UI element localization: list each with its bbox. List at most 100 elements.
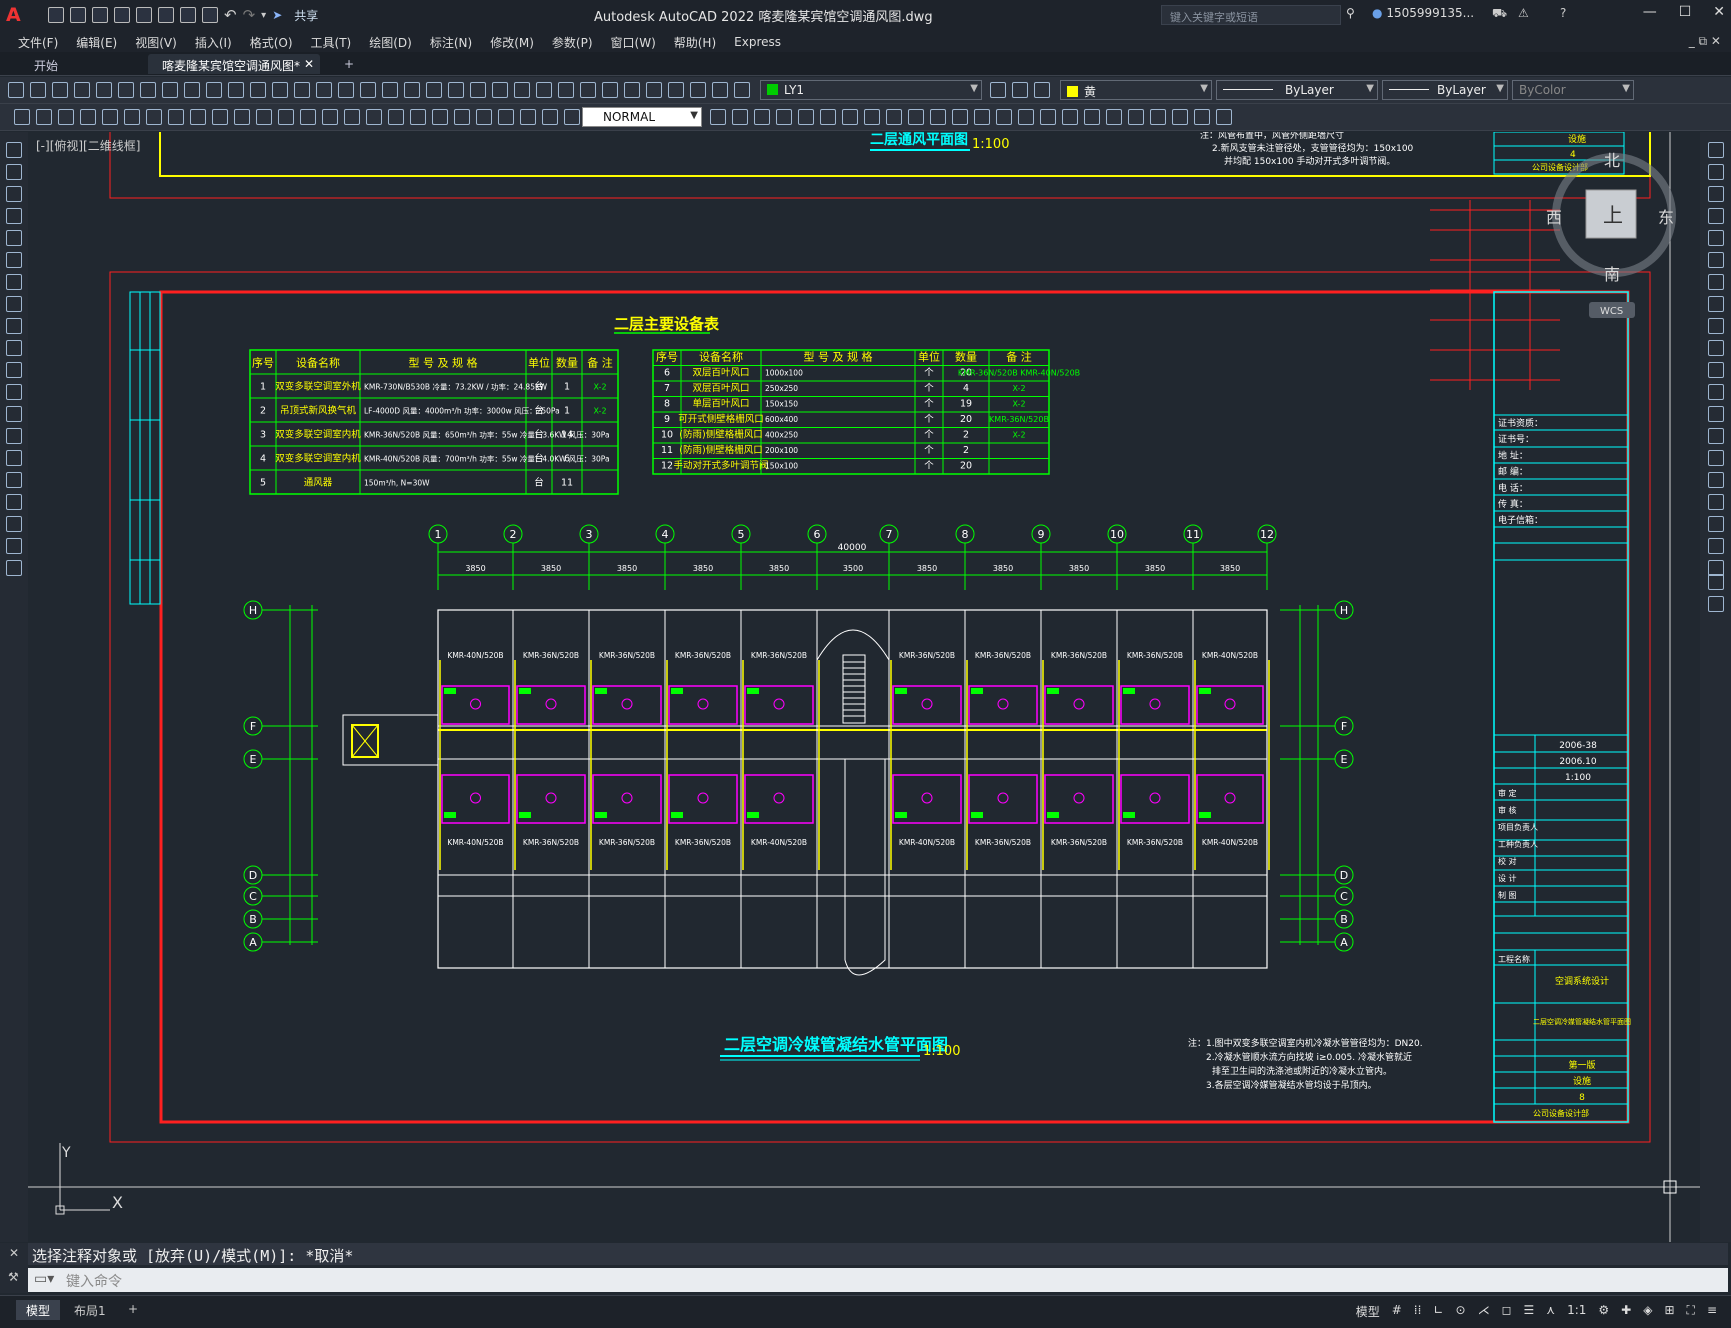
close-icon[interactable]: ✕ [1713, 4, 1725, 20]
toolbar1-tool-2-icon[interactable] [30, 82, 46, 98]
isodraft-icon[interactable]: ⋌ [1478, 1303, 1490, 1320]
modify-tool-5-icon[interactable] [1708, 230, 1724, 246]
layer-tool-2-icon[interactable] [1012, 82, 1028, 98]
toolbar1-tool-24-icon[interactable] [514, 82, 530, 98]
toolbar2-tool-17-icon[interactable] [366, 109, 382, 125]
autocad-logo-icon[interactable]: A [6, 5, 26, 25]
draw-tool-14-icon[interactable] [6, 428, 22, 444]
menu-dimension[interactable]: 标注(N) [430, 34, 472, 51]
viewcube-east[interactable]: 东 [1658, 208, 1674, 227]
modify-tool-6-icon[interactable] [1708, 252, 1724, 268]
add-layout-button[interactable]: + [118, 1300, 148, 1320]
toolbar2-tool-25-icon[interactable] [542, 109, 558, 125]
modify-tool-12-icon[interactable] [1708, 384, 1724, 400]
modify-tool-19-icon[interactable] [1708, 538, 1724, 554]
toolbar2b-tool-20-icon[interactable] [1128, 109, 1144, 125]
toolbar2b-tool-14-icon[interactable] [996, 109, 1012, 125]
toolbar2b-tool-16-icon[interactable] [1040, 109, 1056, 125]
hardware-icon[interactable]: ⊞ [1664, 1303, 1674, 1320]
draw-tool-12-icon[interactable] [6, 384, 22, 400]
toolbar1-tool-15-icon[interactable] [316, 82, 332, 98]
toolbar2b-tool-19-icon[interactable] [1106, 109, 1122, 125]
toolbar1-tool-18-icon[interactable] [382, 82, 398, 98]
menu-view[interactable]: 视图(V) [135, 34, 177, 51]
autodesk-app-icon[interactable]: ⚠ [1518, 6, 1529, 20]
toolbar2b-tool-12-icon[interactable] [952, 109, 968, 125]
toolbar1-tool-22-icon[interactable] [470, 82, 486, 98]
search-icon[interactable]: ⚲ [1346, 6, 1355, 20]
close-icon[interactable]: ✕ [9, 1246, 19, 1260]
toolbar2b-tool-9-icon[interactable] [886, 109, 902, 125]
toolbar2-tool-1-icon[interactable] [14, 109, 30, 125]
toolbar2-tool-14-icon[interactable] [300, 109, 316, 125]
draw-tool-13-icon[interactable] [6, 406, 22, 422]
help-icon[interactable]: ? [1560, 6, 1566, 20]
toolbar2-tool-5-icon[interactable] [102, 109, 118, 125]
grid-icon[interactable]: # [1392, 1303, 1402, 1320]
menu-edit[interactable]: 编辑(E) [76, 34, 117, 51]
toolbar2-tool-2-icon[interactable] [36, 109, 52, 125]
menu-file[interactable]: 文件(F) [18, 34, 58, 51]
toolbar1-tool-7-icon[interactable] [140, 82, 156, 98]
dimstyle-dropdown[interactable]: NORMAL ▼ [582, 107, 702, 127]
toolbar1-tool-14-icon[interactable] [294, 82, 310, 98]
toolbar2b-tool-1-icon[interactable] [710, 109, 726, 125]
toolbar2-tool-4-icon[interactable] [80, 109, 96, 125]
modify-tool-9-icon[interactable] [1708, 318, 1724, 334]
viewcube-south[interactable]: 南 [1604, 265, 1620, 284]
toolbar2-tool-24-icon[interactable] [520, 109, 536, 125]
layer-tool-1-icon[interactable] [990, 82, 1006, 98]
lineweight-dropdown[interactable]: ByLayer ▼ [1382, 80, 1508, 100]
tab-start[interactable]: 开始 [20, 54, 72, 74]
linetype-dropdown[interactable]: ByLayer ▼ [1216, 80, 1378, 100]
toolbar2-tool-13-icon[interactable] [278, 109, 294, 125]
modify-tool-15-icon[interactable] [1708, 450, 1724, 466]
ortho-icon[interactable]: ∟ [1433, 1303, 1443, 1320]
undo-icon[interactable]: ↶ [224, 6, 237, 24]
fullscreen-icon[interactable]: ⛶ [1687, 1303, 1695, 1320]
viewcube-west[interactable]: 西 [1546, 208, 1562, 227]
polar-icon[interactable]: ⊙ [1456, 1303, 1466, 1320]
toolbar1-tool-4-icon[interactable] [74, 82, 90, 98]
snap-icon[interactable]: ⁞⁞ [1414, 1303, 1422, 1320]
toolbar1-tool-21-icon[interactable] [448, 82, 464, 98]
toolbar1-tool-30-icon[interactable] [646, 82, 662, 98]
lineweight-icon[interactable]: ☰ [1524, 1303, 1535, 1320]
toolbar1-tool-1-icon[interactable] [8, 82, 24, 98]
modify-tool-1-icon[interactable] [1708, 142, 1724, 158]
layer-dropdown[interactable]: LY1 ▼ [760, 80, 982, 100]
modify-tool-11-icon[interactable] [1708, 362, 1724, 378]
toolbar1-tool-32-icon[interactable] [690, 82, 706, 98]
layer-tool-3-icon[interactable] [1034, 82, 1050, 98]
toolbar2b-tool-2-icon[interactable] [732, 109, 748, 125]
toolbar2-tool-26-icon[interactable] [564, 109, 580, 125]
toolbar2-tool-10-icon[interactable] [212, 109, 228, 125]
menu-insert[interactable]: 插入(I) [195, 34, 232, 51]
menu-format[interactable]: 格式(O) [250, 34, 293, 51]
toolbar2-tool-6-icon[interactable] [124, 109, 140, 125]
draw-tool-1-icon[interactable] [6, 142, 22, 158]
draw-tool-19-icon[interactable] [6, 538, 22, 554]
draw-tool-3-icon[interactable] [6, 186, 22, 202]
toolbar1-tool-10-icon[interactable] [206, 82, 222, 98]
search-input[interactable]: 键入关键字或短语 [1161, 5, 1341, 25]
menu-draw[interactable]: 绘图(D) [369, 34, 412, 51]
command-input[interactable]: ▭▾ 键入命令 [28, 1268, 1728, 1292]
toolbar1-tool-20-icon[interactable] [426, 82, 442, 98]
color-dropdown[interactable]: 黄 ▼ [1060, 80, 1212, 100]
toolbar2b-tool-18-icon[interactable] [1084, 109, 1100, 125]
redo-icon[interactable]: ↷ [243, 6, 256, 24]
toolbar2b-tool-8-icon[interactable] [864, 109, 880, 125]
toolbar2-tool-12-icon[interactable] [256, 109, 272, 125]
toolbar1-tool-19-icon[interactable] [404, 82, 420, 98]
plotstyle-dropdown[interactable]: ByColor ▼ [1512, 80, 1634, 100]
plus-icon[interactable]: ✚ [1621, 1303, 1631, 1320]
modify-tool-8-icon[interactable] [1708, 296, 1724, 312]
customize-dropdown-icon[interactable]: ▾ [261, 10, 266, 21]
toolbar1-tool-31-icon[interactable] [668, 82, 684, 98]
toolbar1-tool-5-icon[interactable] [96, 82, 112, 98]
draw-tool-15-icon[interactable] [6, 450, 22, 466]
toolbar2b-tool-7-icon[interactable] [842, 109, 858, 125]
annotation-scale[interactable]: 1:1 [1567, 1303, 1586, 1320]
draw-tool-17-icon[interactable] [6, 494, 22, 510]
